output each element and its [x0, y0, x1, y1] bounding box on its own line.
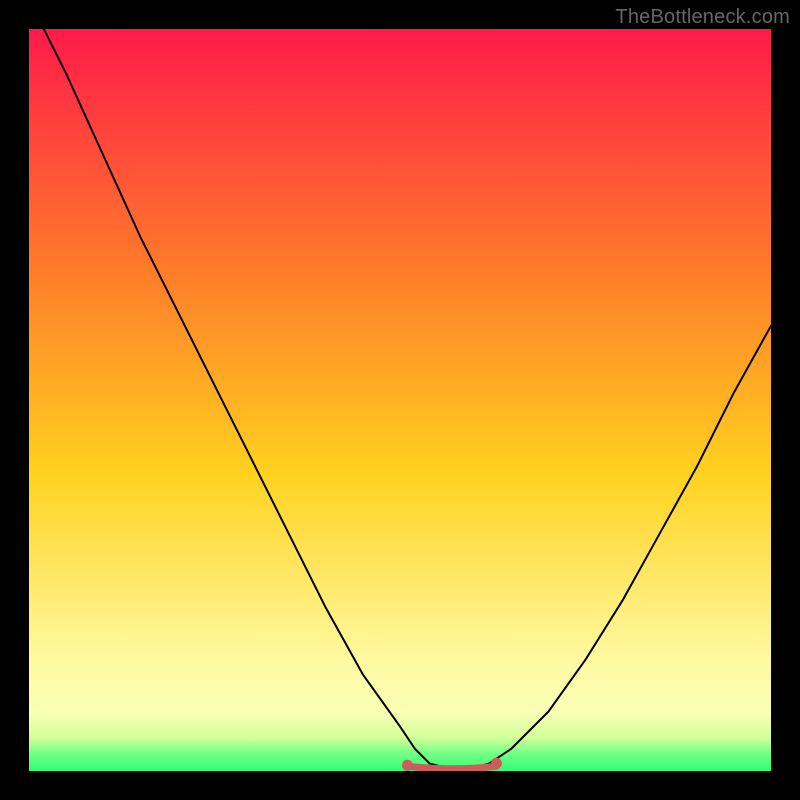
- optimal-range-highlight: [407, 766, 496, 769]
- optimal-range-start-dot: [402, 760, 413, 771]
- plot-svg: [29, 29, 771, 771]
- watermark-text: TheBottleneck.com: [615, 6, 790, 29]
- plot-area: [29, 29, 771, 771]
- chart-frame: TheBottleneck.com: [0, 0, 800, 800]
- optimal-range-end-dot: [491, 758, 502, 769]
